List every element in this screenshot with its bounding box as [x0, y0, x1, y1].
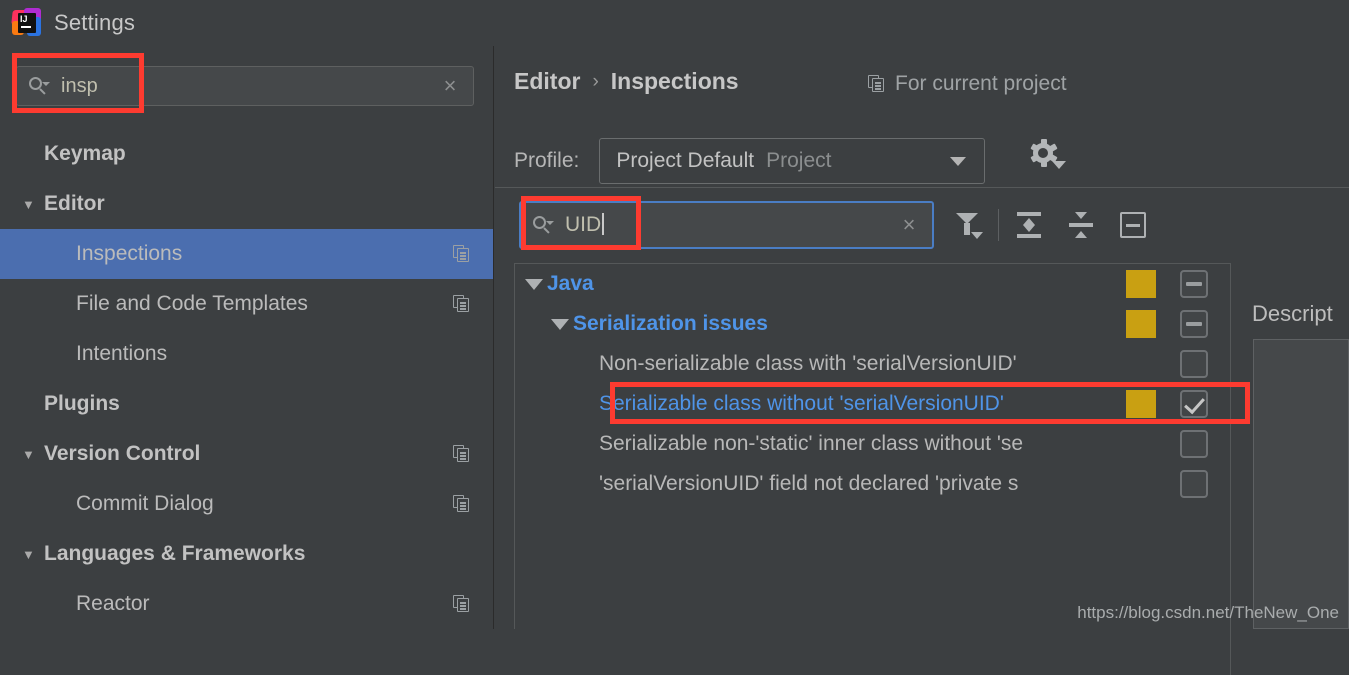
description-title: Descript	[1252, 301, 1333, 326]
tree-row[interactable]: Serializable non-'static' inner class wi…	[515, 424, 1230, 464]
window-title: Settings	[54, 10, 136, 35]
close-icon[interactable]: ×	[427, 75, 473, 97]
tree-row[interactable]: Non-serializable class with 'serialVersi…	[515, 344, 1230, 384]
tree-row-label: Java	[547, 272, 594, 295]
sidebar-item-label: Version Control	[44, 442, 201, 465]
expand-all-icon[interactable]	[1015, 211, 1043, 239]
sidebar-item-label: Intentions	[76, 342, 168, 365]
reset-icon[interactable]	[1120, 212, 1146, 238]
copy-icon	[453, 595, 471, 613]
description-panel	[1253, 339, 1349, 629]
page-title: Inspections	[610, 68, 739, 94]
for-current-project-label: For current project	[868, 72, 1067, 96]
search-icon[interactable]	[17, 77, 61, 95]
for-current-project-text: For current project	[895, 72, 1067, 95]
sidebar-item-label: Keymap	[44, 142, 126, 165]
sidebar-item-commit-dialog[interactable]: Commit Dialog	[0, 479, 493, 529]
sidebar-item-intentions[interactable]: Intentions	[0, 329, 493, 379]
collapse-all-icon[interactable]	[1067, 211, 1095, 239]
collapse-all-button[interactable]	[1055, 201, 1107, 249]
tree-scrollbar[interactable]	[1218, 264, 1230, 629]
tree-row[interactable]: Serializable class without 'serialVersio…	[515, 384, 1230, 424]
copy-icon	[453, 495, 471, 513]
sidebar-item-inspections[interactable]: Inspections	[0, 229, 493, 279]
profile-label: Profile:	[514, 149, 580, 172]
inspection-checkbox[interactable]	[1180, 270, 1208, 298]
sidebar-item-label: Reactor	[76, 592, 150, 615]
intellij-idea-logo-icon: IJ	[11, 8, 42, 38]
copy-icon	[453, 295, 471, 313]
inspection-checkbox[interactable]	[1180, 430, 1208, 458]
sidebar-item-languages-frameworks[interactable]: ▼ Languages & Frameworks	[0, 529, 493, 579]
inspection-checkbox[interactable]	[1180, 470, 1208, 498]
settings-sidebar: insp × Keymap ▼ Editor Inspections File and …	[0, 46, 494, 629]
chevron-down-icon[interactable]	[521, 278, 547, 290]
profile-settings-button[interactable]	[1022, 134, 1074, 184]
settings-dialog: IJ Settings insp × Keymap ▼ Editor Inspecti…	[0, 0, 1349, 675]
tree-row-label: 'serialVersionUID' field not declared 'p…	[599, 472, 1019, 495]
settings-nav-list: Keymap ▼ Editor Inspections File and Code Te…	[0, 129, 493, 629]
copy-icon	[868, 75, 886, 93]
settings-search-field[interactable]: insp ×	[16, 66, 474, 106]
copy-icon	[453, 445, 471, 463]
divider	[495, 187, 1349, 188]
tree-row[interactable]: 'serialVersionUID' field not declared 'p…	[515, 464, 1230, 504]
inspection-toolbar	[942, 201, 1159, 249]
tree-row[interactable]: Serialization issues	[515, 304, 1230, 344]
reset-button[interactable]	[1107, 201, 1159, 249]
chevron-down-icon[interactable]	[950, 156, 967, 166]
chevron-down-icon[interactable]	[547, 318, 573, 330]
tree-row[interactable]: Java	[515, 264, 1230, 304]
sidebar-item-version-control[interactable]: ▼ Version Control	[0, 429, 493, 479]
filter-button[interactable]	[942, 201, 994, 249]
copy-icon	[453, 245, 471, 263]
tree-row-label: Serialization issues	[573, 312, 768, 335]
breadcrumb-separator: ›	[592, 70, 599, 92]
inspection-search-input[interactable]: UID	[565, 213, 886, 237]
expand-all-button[interactable]	[1003, 201, 1055, 249]
chevron-down-icon[interactable]: ▼	[22, 548, 44, 561]
toolbar-separator	[998, 209, 999, 241]
sidebar-item-file-and-code-templates[interactable]: File and Code Templates	[0, 279, 493, 329]
sidebar-item-label: Editor	[44, 192, 105, 215]
tree-row-label: Non-serializable class with 'serialVersi…	[599, 352, 1017, 375]
sidebar-item-label: Languages & Frameworks	[44, 542, 306, 565]
severity-swatch[interactable]	[1126, 390, 1156, 418]
severity-swatch[interactable]	[1126, 270, 1156, 298]
profile-scope: Project	[766, 149, 832, 172]
sidebar-item-plugins[interactable]: Plugins	[0, 379, 493, 429]
inspection-checkbox[interactable]	[1180, 350, 1208, 378]
tree-row-label: Serializable non-'static' inner class wi…	[599, 432, 1024, 455]
inspection-search-field[interactable]: UID ×	[519, 201, 934, 249]
sidebar-item-editor[interactable]: ▼ Editor	[0, 179, 493, 229]
title-bar: IJ Settings	[0, 0, 1349, 46]
chevron-down-icon[interactable]	[1052, 161, 1066, 169]
severity-swatch[interactable]	[1126, 310, 1156, 338]
chevron-down-icon[interactable]: ▼	[22, 448, 44, 461]
sidebar-item-label: Plugins	[44, 392, 120, 415]
inspection-checkbox[interactable]	[1180, 310, 1208, 338]
sidebar-item-label: Commit Dialog	[76, 492, 214, 515]
profile-dropdown[interactable]: Project Default Project	[599, 138, 986, 184]
close-icon[interactable]: ×	[886, 214, 932, 236]
inspection-checkbox[interactable]	[1180, 390, 1208, 418]
settings-content: Editor › Inspections For current project…	[495, 46, 1349, 675]
tree-row-label: Serializable class without 'serialVersio…	[599, 392, 1004, 415]
sidebar-item-label: Inspections	[76, 242, 183, 265]
watermark: https://blog.csdn.net/TheNew_One	[1077, 603, 1339, 622]
chevron-down-icon[interactable]: ▼	[22, 198, 44, 211]
search-icon[interactable]	[521, 216, 565, 234]
sidebar-item-keymap[interactable]: Keymap	[0, 129, 493, 179]
profile-value: Project Default	[616, 149, 755, 172]
breadcrumb: Editor › Inspections	[514, 68, 739, 95]
sidebar-item-label: File and Code Templates	[76, 292, 308, 315]
profile-row: Profile: Project Default Project	[514, 138, 986, 184]
settings-search-input[interactable]: insp	[61, 75, 427, 98]
breadcrumb-parent[interactable]: Editor	[514, 68, 580, 95]
sidebar-item-reactor[interactable]: Reactor	[0, 579, 493, 629]
filter-icon[interactable]	[954, 210, 983, 240]
inspection-tree: Java Serialization issues Non-serializable…	[514, 263, 1230, 629]
